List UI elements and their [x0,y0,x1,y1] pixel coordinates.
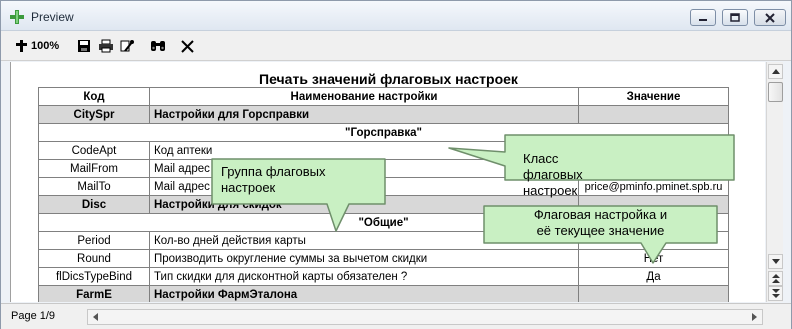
page-indicator: Page 1/9 [11,310,56,322]
zoom-button[interactable]: 100% [15,38,59,54]
save-button[interactable] [77,38,91,54]
cell-code: Disc [38,195,150,214]
minimize-button[interactable] [690,9,716,26]
page-up-button[interactable] [768,271,783,286]
double-arrow-down-icon [771,289,780,298]
callout-class-bubble [448,134,735,181]
preview-window: Preview 100% Печать значений флаговых на… [0,0,792,329]
table-row-group: CitySpr Настройки для Горсправки [38,105,729,124]
maximize-icon [730,13,740,22]
cell-value [578,285,729,302]
page-down-button[interactable] [768,286,783,301]
document-page: Печать значений флаговых настроек Код На… [10,62,765,302]
horizontal-scrollbar[interactable] [87,309,763,325]
scroll-left-button[interactable] [88,310,103,324]
printer-icon [99,39,113,53]
cell-code: MailTo [38,177,150,196]
zoom-cross-icon [16,40,27,52]
callout-flag-text-1: Флаговая настройка и [533,207,668,222]
arrow-right-icon [752,313,757,321]
cell-code: Round [38,249,150,268]
cell-name: Настройки для Горсправки [149,105,579,124]
toolbar: 100% [1,31,791,61]
close-icon [765,12,775,23]
table-row-group: FarmE Настройки ФармЭталона [38,285,729,302]
title-bar: Preview [1,1,791,31]
arrow-down-icon [771,259,780,264]
page-setup-button[interactable] [119,38,135,54]
arrow-left-icon [93,313,98,321]
scroll-thumb[interactable] [768,82,783,102]
callout-class-text: Класс флаговых настроек [523,151,583,198]
header-name: Наименование настройки [149,87,579,106]
vertical-scrollbar[interactable] [766,62,783,302]
zoom-level: 100% [31,40,60,52]
cell-value [578,105,729,124]
status-bar: Page 1/9 [1,303,791,329]
floppy-disk-icon [78,40,90,52]
window-title: Preview [31,10,74,24]
table-header: Код Наименование настройки Значение [38,87,729,106]
app-plus-icon [9,9,25,25]
minimize-icon [699,18,707,21]
cell-code: CodeApt [38,141,150,160]
header-code: Код [38,87,150,106]
arrow-up-icon [771,69,780,74]
close-window-button[interactable] [754,9,786,26]
callout-group-text: Группа флаговых настроек [221,164,326,195]
cell-name: Настройки ФармЭталона [149,285,579,302]
find-button[interactable] [150,38,166,54]
close-preview-button[interactable] [181,38,194,54]
scroll-up-button[interactable] [768,64,783,79]
cell-code: CitySpr [38,105,150,124]
print-button[interactable] [98,38,114,54]
cell-code: FarmE [38,285,150,302]
close-x-icon [181,39,194,53]
tools-icon [120,40,134,52]
report-title: Печать значений флаговых настроек [259,71,518,87]
cell-code: flDicsTypeBind [38,267,150,286]
double-arrow-up-icon [771,274,780,283]
cell-code: MailFrom [38,159,150,178]
header-value: Значение [578,87,729,106]
maximize-button[interactable] [722,9,748,26]
callout-flag-text-2: её текущее значение [536,223,665,238]
scroll-right-button[interactable] [747,310,762,324]
scroll-down-button[interactable] [768,254,783,269]
cell-code: Period [38,231,150,250]
binoculars-icon [151,41,165,51]
